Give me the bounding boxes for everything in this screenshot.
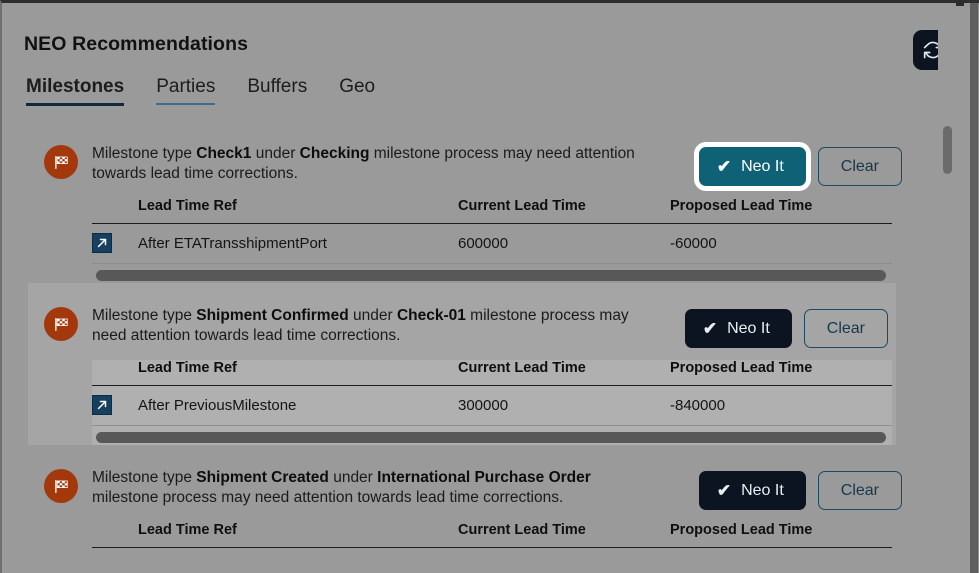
card-description-emphasis: Check-01: [396, 307, 466, 324]
neo-recommendations-popup: NEO Recommendations Milestones Parties Buf…: [0, 0, 979, 573]
lead-time-table: Lead Time Ref Current Lead Time Proposed L…: [92, 522, 892, 548]
card-inner: Milestone type Check1 under Checking mil…: [2, 131, 936, 283]
neo-it-button[interactable]: ✔ Neo It: [698, 147, 806, 186]
panel-header: NEO Recommendations: [24, 31, 979, 71]
table-header-icon: [92, 360, 138, 386]
page-title: NEO Recommendations: [24, 33, 249, 55]
card-description: Milestone type Check1 under Checking mil…: [92, 143, 652, 184]
table-header-current-lead-time: Current Lead Time: [458, 360, 670, 386]
vertical-scrollbar-track[interactable]: [938, 3, 956, 573]
recommendation-card[interactable]: Milestone type Shipment Confirmed under …: [28, 283, 896, 445]
tab-geo[interactable]: Geo: [323, 75, 391, 108]
card-description-emphasis: Checking: [299, 145, 370, 162]
card-description: Milestone type Shipment Created under In…: [92, 467, 652, 508]
checkered-flag-icon: [44, 145, 78, 179]
horizontal-scrollbar-track[interactable]: [92, 267, 892, 283]
card-description-emphasis: Check1: [196, 145, 252, 162]
table-header-current-lead-time: Current Lead Time: [458, 522, 670, 548]
table-header-proposed-lead-time: Proposed Lead Time: [670, 522, 892, 548]
check-icon: ✔: [716, 157, 732, 176]
clear-button[interactable]: Clear: [803, 309, 888, 348]
table-header-lead-time-ref: Lead Time Ref: [138, 360, 458, 386]
row-action-cell: [92, 223, 138, 264]
external-link-arrow-icon[interactable]: [92, 233, 112, 253]
table-header-current-lead-time: Current Lead Time: [458, 198, 670, 224]
lead-time-table-wrap: Lead Time Ref Current Lead Time Proposed L…: [92, 522, 892, 548]
window-right-edge: [970, 3, 978, 573]
neo-it-button[interactable]: ✔ Neo It: [698, 471, 806, 510]
card-description-emphasis: Shipment Confirmed: [196, 307, 349, 324]
tab-parties[interactable]: Parties: [140, 75, 231, 108]
cell-proposed-lead-time: -60000: [670, 223, 892, 264]
neo-it-label: Neo It: [741, 157, 784, 175]
tab-milestones[interactable]: Milestones: [24, 75, 140, 108]
card-description: Milestone type Shipment Confirmed under …: [92, 305, 652, 346]
recommendation-list: Milestone type Check1 under Checking mil…: [2, 121, 936, 573]
lead-time-table-wrap: Lead Time Ref Current Lead Time Proposed L…: [92, 198, 892, 283]
neo-it-label: Neo It: [741, 481, 784, 499]
horizontal-scrollbar-track[interactable]: [92, 429, 892, 445]
check-icon: ✔: [716, 481, 732, 500]
table-header-icon: [92, 522, 138, 548]
table-header-proposed-lead-time: Proposed Lead Time: [670, 360, 892, 386]
neo-it-label: Neo It: [727, 319, 770, 337]
card-description-emphasis: International Purchase Order: [377, 469, 591, 486]
checkered-flag-icon: [44, 307, 78, 341]
card-description-text: under: [328, 469, 378, 486]
recommendation-card[interactable]: Milestone type Shipment Created under In…: [2, 445, 936, 548]
card-description-text: milestone process may need attention tow…: [92, 489, 564, 506]
cell-current-lead-time: 300000: [458, 385, 670, 426]
row-action-cell: [92, 385, 138, 426]
table-header-row: Lead Time Ref Current Lead Time Proposed L…: [92, 522, 892, 548]
cell-current-lead-time: 600000: [458, 223, 670, 264]
checkered-flag-icon: [44, 469, 78, 503]
table-header-proposed-lead-time: Proposed Lead Time: [670, 198, 892, 224]
card-description-text: Milestone type: [92, 469, 197, 486]
lead-time-table-wrap: Lead Time Ref Current Lead Time Proposed L…: [92, 360, 892, 445]
check-icon: ✔: [702, 319, 718, 338]
card-inner: Milestone type Shipment Confirmed under …: [28, 293, 896, 445]
lead-time-table: Lead Time Ref Current Lead Time Proposed L…: [92, 198, 892, 264]
horizontal-scrollbar-thumb[interactable]: [96, 270, 886, 281]
table-row[interactable]: After ETATransshipmentPort 600000 -60000: [92, 223, 892, 264]
neo-it-button[interactable]: ✔ Neo It: [684, 309, 792, 348]
cell-lead-time-ref: After PreviousMilestone: [138, 385, 458, 426]
card-inner: Milestone type Shipment Created under In…: [2, 455, 936, 548]
clear-button[interactable]: Clear: [817, 147, 902, 186]
card-description-text: Milestone type: [92, 307, 197, 324]
card-actions: ✔ Neo It Clear: [684, 309, 888, 348]
cell-proposed-lead-time: -840000: [670, 385, 892, 426]
table-header-row: Lead Time Ref Current Lead Time Proposed L…: [92, 360, 892, 386]
card-actions: ✔ Neo It Clear: [698, 471, 902, 510]
table-header-row: Lead Time Ref Current Lead Time Proposed L…: [92, 198, 892, 224]
card-actions: ✔ Neo It Clear: [698, 147, 902, 186]
table-header-lead-time-ref: Lead Time Ref: [138, 198, 458, 224]
card-description-text: under: [251, 145, 300, 162]
card-description-text: Milestone type: [92, 145, 197, 162]
clear-button[interactable]: Clear: [817, 471, 902, 510]
tab-buffers[interactable]: Buffers: [231, 75, 323, 108]
cell-lead-time-ref: After ETATransshipmentPort: [138, 223, 458, 264]
table-header-icon: [92, 198, 138, 224]
lead-time-table: Lead Time Ref Current Lead Time Proposed L…: [92, 360, 892, 426]
vertical-scrollbar-thumb[interactable]: [943, 126, 952, 174]
table-row[interactable]: After PreviousMilestone 300000 -840000: [92, 385, 892, 426]
horizontal-scrollbar-thumb[interactable]: [96, 432, 886, 443]
card-description-emphasis: Shipment Created: [196, 469, 329, 486]
tab-bar: Milestones Parties Buffers Geo: [24, 75, 391, 108]
card-description-text: under: [348, 307, 397, 324]
recommendation-card[interactable]: Milestone type Check1 under Checking mil…: [2, 121, 936, 283]
external-link-arrow-icon[interactable]: [92, 395, 112, 415]
table-header-lead-time-ref: Lead Time Ref: [138, 522, 458, 548]
